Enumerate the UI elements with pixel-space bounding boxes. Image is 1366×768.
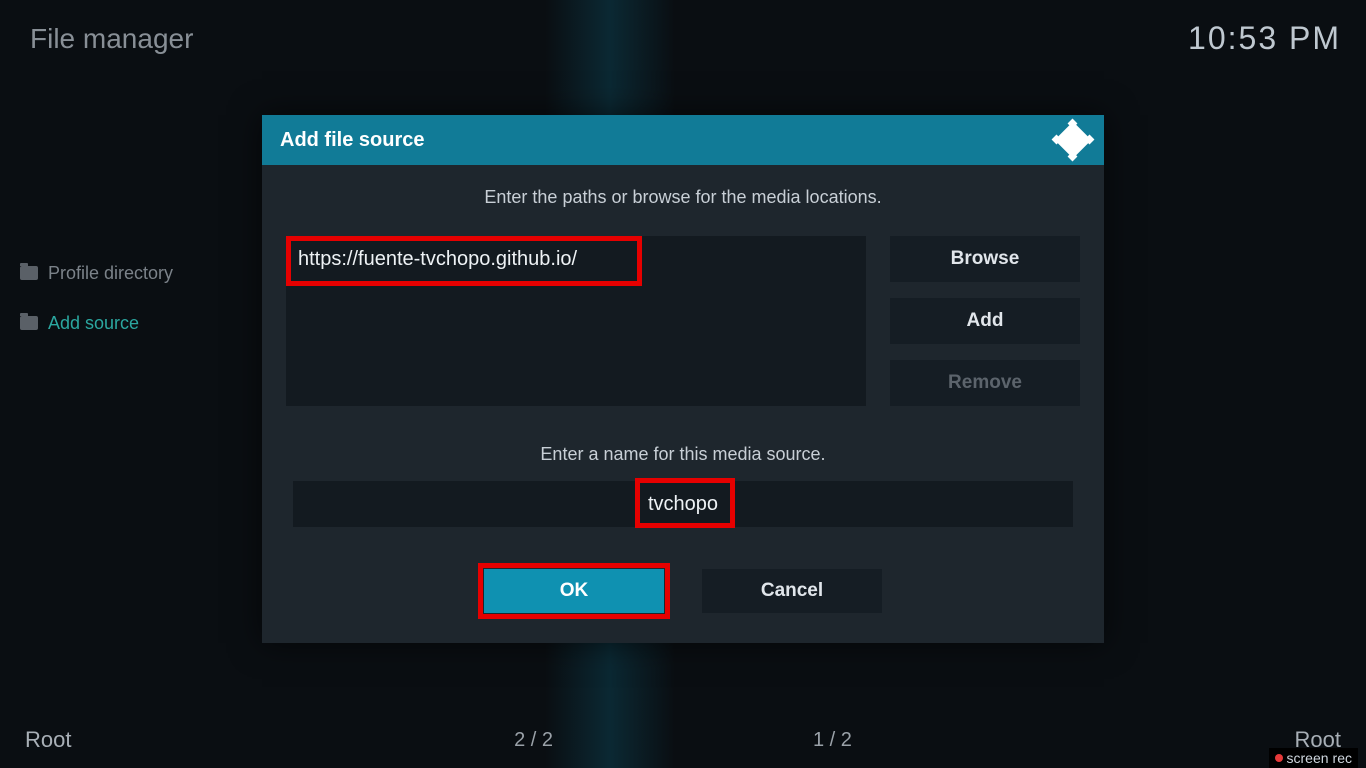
sidebar-item-label: Profile directory <box>48 263 173 284</box>
dialog-header: Add file source <box>262 115 1104 165</box>
path-input[interactable]: https://fuente-tvchopo.github.io/ <box>286 236 866 406</box>
page-title: File manager <box>30 23 193 55</box>
folder-icon <box>20 266 38 280</box>
add-label: Add <box>967 310 1004 332</box>
sidebar-item-profile-directory[interactable]: Profile directory <box>20 248 240 298</box>
source-name-value: tvchopo <box>648 493 718 516</box>
add-button[interactable]: Add <box>890 298 1080 344</box>
left-root-label: Root <box>25 727 71 753</box>
browse-label: Browse <box>951 248 1020 270</box>
bottom-bar: Root 2 / 2 1 / 2 Root <box>0 727 1366 753</box>
record-dot-icon <box>1275 754 1283 762</box>
kodi-logo-icon <box>1060 127 1086 153</box>
sidebar-item-add-source[interactable]: Add source <box>20 298 240 348</box>
path-value: https://fuente-tvchopo.github.io/ <box>298 248 577 271</box>
source-name-input[interactable]: tvchopo <box>293 481 1073 527</box>
dialog-title: Add file source <box>280 129 424 152</box>
ok-label: OK <box>560 580 589 602</box>
screenrec-text-a: screen <box>1287 750 1329 766</box>
screenrec-watermark: screenrec <box>1269 748 1358 768</box>
cancel-button[interactable]: Cancel <box>702 569 882 613</box>
right-counter: 1 / 2 <box>813 729 852 752</box>
dialog-body: Enter the paths or browse for the media … <box>262 165 1104 643</box>
sidebar-item-label: Add source <box>48 313 139 334</box>
ok-button[interactable]: OK <box>484 569 664 613</box>
screenrec-text-b: rec <box>1333 750 1352 766</box>
add-file-source-dialog: Add file source Enter the paths or brows… <box>262 115 1104 643</box>
folder-icon <box>20 316 38 330</box>
left-source-list: Profile directory Add source <box>20 248 240 348</box>
clock: 10:53 PM <box>1188 20 1341 57</box>
remove-label: Remove <box>948 372 1022 394</box>
cancel-label: Cancel <box>761 580 823 602</box>
paths-instruction: Enter the paths or browse for the media … <box>286 187 1080 208</box>
left-counter: 2 / 2 <box>514 729 553 752</box>
remove-button: Remove <box>890 360 1080 406</box>
browse-button[interactable]: Browse <box>890 236 1080 282</box>
name-instruction: Enter a name for this media source. <box>286 444 1080 465</box>
top-bar: File manager 10:53 PM <box>30 20 1341 57</box>
